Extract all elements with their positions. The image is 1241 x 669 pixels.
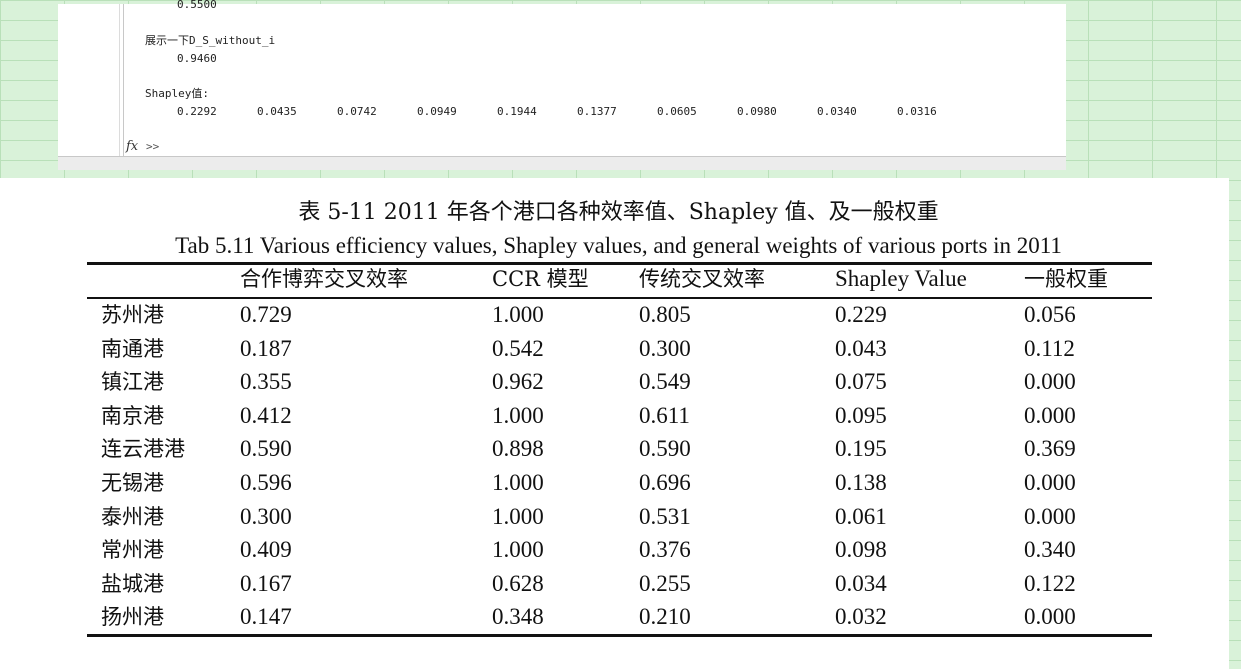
table-cell: 0.061: [835, 503, 887, 529]
shapley-value: 0.1377: [577, 105, 617, 118]
table-cell: 0.210: [639, 604, 691, 630]
table-header-rule: [87, 297, 1152, 299]
output-label-d-s-without-i: 展示一下D_S_without_i: [145, 34, 276, 47]
table-cell: 0.075: [835, 369, 887, 395]
output-value-d-s-without-i: 0.9460: [177, 52, 217, 65]
table-cell: 0.000: [1024, 402, 1076, 428]
table-cell: 0.000: [1024, 470, 1076, 495]
shapley-value: 0.0340: [817, 105, 857, 118]
table-row-port-name: 南京港: [101, 403, 164, 428]
table-cell: 0.255: [639, 570, 691, 596]
table-header-cell: 合作博弈交叉效率: [240, 267, 408, 291]
table-cell: 0.195: [835, 436, 887, 462]
shapley-value: 0.0949: [417, 105, 457, 118]
output-label-shapley: Shapley值:: [145, 87, 209, 100]
table-cell: 1.000: [492, 537, 544, 563]
table-cell: 0.229: [835, 302, 887, 327]
shapley-value: 0.0605: [657, 105, 697, 118]
table-header-cell: 一般权重: [1024, 267, 1108, 291]
table-cell: 0.898: [492, 436, 544, 462]
table-cell: 0.138: [835, 470, 887, 495]
table-cell: 0.147: [240, 604, 292, 630]
table-bottom-rule: [87, 634, 1152, 637]
command-window-gutter: [58, 4, 124, 156]
table-cell: 0.596: [240, 470, 292, 495]
shapley-value: 0.0316: [897, 105, 937, 118]
table-cell: 0.034: [835, 570, 887, 596]
table-cell: 1.000: [492, 302, 544, 327]
command-output: 0.5500 展示一下D_S_without_i 0.9460 Shapley值…: [145, 0, 1066, 156]
command-prompt-row[interactable]: fx >>: [124, 138, 424, 156]
table-row-port-name: 镇江港: [101, 370, 164, 395]
command-window-status-bar: [58, 156, 1066, 170]
table-cell: 0.412: [240, 402, 292, 428]
table-cell: 0.122: [1024, 570, 1076, 596]
table-cell: 0.348: [492, 604, 544, 630]
table-cell: 0.369: [1024, 436, 1076, 462]
table-cell: 0.376: [639, 537, 691, 563]
table-cell: 0.962: [492, 369, 544, 395]
table-cell: 0.300: [240, 503, 292, 529]
table-cell: 0.098: [835, 537, 887, 563]
table-cell: 0.590: [639, 436, 691, 462]
efficiency-table: 合作博弈交叉效率 CCR 模型 传统交叉效率 Shapley Value 一般权重苏州港…: [87, 262, 1152, 637]
table-row-port-name: 泰州港: [101, 504, 164, 529]
fx-icon[interactable]: fx: [126, 139, 138, 154]
table-cell: 0.611: [639, 402, 690, 428]
table-cell: 1.000: [492, 402, 544, 428]
shapley-value: 0.0742: [337, 105, 377, 118]
table-row-port-name: 连云港港: [101, 437, 185, 462]
table-row-port-name: 盐城港: [101, 571, 164, 596]
table-cell: 0.112: [1024, 335, 1075, 361]
table-cell: 0.000: [1024, 503, 1076, 529]
table-cell: 0.300: [639, 335, 691, 361]
table-cell: 1.000: [492, 503, 544, 529]
table-row-port-name: 苏州港: [101, 303, 164, 327]
table-header-cell: 传统交叉效率: [639, 267, 765, 291]
table-header-cell: Shapley Value: [835, 266, 967, 291]
table-cell: 0.043: [835, 335, 887, 361]
gutter-divider: [119, 4, 120, 156]
table-cell: 0.000: [1024, 369, 1076, 395]
table-cell: 0.409: [240, 537, 292, 563]
table-cell: 0.542: [492, 335, 544, 361]
table-cell: 0.032: [835, 604, 887, 630]
table-cell: 0.549: [639, 369, 691, 395]
output-top-value: 0.5500: [177, 0, 217, 11]
table-cell: 0.628: [492, 570, 544, 596]
table-cell: 0.095: [835, 402, 887, 428]
table-cell: 0.729: [240, 302, 292, 327]
shapley-value: 0.0435: [257, 105, 297, 118]
table-row-port-name: 南通港: [101, 336, 164, 361]
table-header-cell: CCR 模型: [492, 267, 589, 291]
table-cell: 0.000: [1024, 604, 1076, 630]
command-prompt[interactable]: >>: [146, 140, 159, 153]
shapley-value: 0.1944: [497, 105, 537, 118]
shapley-value: 0.2292: [177, 105, 217, 118]
table-caption-en: Tab 5.11 Various efficiency values, Shap…: [175, 233, 1062, 258]
table-cell: 0.355: [240, 369, 292, 395]
table-cell: 0.056: [1024, 302, 1076, 327]
paper-table-image: 表 5-11 2011 年各个港口各种效率值、Shapley 值、及一般权重 T…: [0, 178, 1229, 669]
table-cell: 0.805: [639, 302, 691, 327]
table-cell: 0.531: [639, 503, 691, 529]
table-cell: 1.000: [492, 470, 544, 495]
table-cell: 0.696: [639, 470, 691, 495]
table-row-port-name: 无锡港: [101, 471, 164, 495]
table-caption-cn: 表 5-11 2011 年各个港口各种效率值、Shapley 值、及一般权重: [298, 200, 939, 225]
table-row-port-name: 扬州港: [101, 605, 164, 630]
table-cell: 0.187: [240, 335, 292, 361]
table-cell: 0.167: [240, 570, 292, 596]
shapley-value: 0.0980: [737, 105, 777, 118]
table-cell: 0.340: [1024, 537, 1076, 563]
command-window[interactable]: 0.5500 展示一下D_S_without_i 0.9460 Shapley值…: [58, 0, 1066, 170]
table-cell: 0.590: [240, 436, 292, 462]
table-row-port-name: 常州港: [101, 538, 164, 563]
